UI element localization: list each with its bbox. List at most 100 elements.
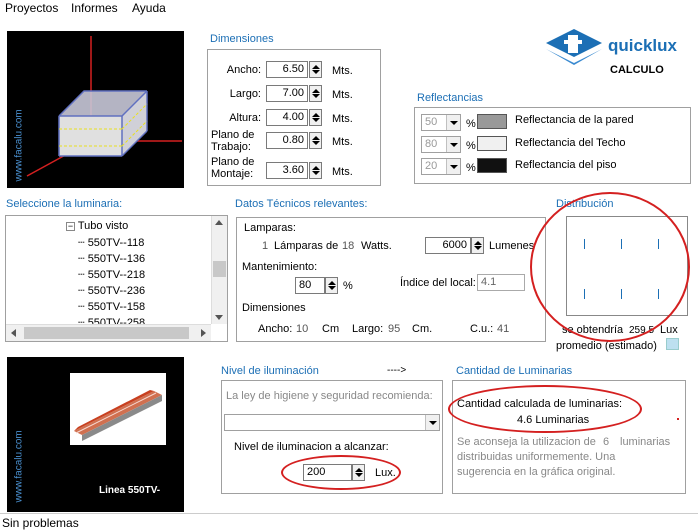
ancho-input[interactable]: 6.50 [266, 61, 308, 78]
refresh-icon[interactable] [666, 338, 679, 350]
lumens-spinner[interactable] [471, 237, 484, 254]
montaje-label: Plano de Montaje: [211, 156, 261, 180]
floor-reflectance-label: Reflectancia del piso [515, 159, 617, 171]
altura-input[interactable]: 4.00 [266, 109, 308, 126]
ancho-lum-label: Ancho: [258, 323, 293, 335]
chevron-down-icon [446, 115, 460, 130]
ancho-spinner[interactable] [309, 61, 322, 78]
watermark-top: www.facalu.com [13, 109, 25, 182]
altura-unit: Mts. [332, 113, 353, 125]
montaje-spinner[interactable] [309, 162, 322, 179]
status-text: Sin problemas [2, 516, 79, 530]
tech-data-title: Datos Técnicos relevantes: [235, 198, 368, 210]
menu-ayuda[interactable]: Ayuda [132, 1, 166, 15]
index-label: Índice del local: [400, 277, 476, 289]
ceiling-color-swatch [477, 136, 507, 151]
largo-lum-value: 95 [388, 323, 401, 335]
dims-label: Dimensiones [242, 302, 306, 314]
scroll-up-icon[interactable] [215, 220, 223, 225]
lamp-text: Lámparas de [274, 240, 339, 252]
wall-reflectance-value: 50 [425, 116, 438, 128]
red-dot [677, 418, 679, 420]
menu-informes[interactable]: Informes [71, 1, 118, 15]
reflectances-title: Reflectancias [417, 92, 484, 104]
highlight-ellipse-level [281, 455, 401, 490]
trabajo-label-line2: Trabajo: [211, 141, 251, 153]
lamp-watts: 18 [342, 240, 355, 252]
largo-lum-label: Largo: [352, 323, 384, 335]
watermark-bottom: www.facalu.com [13, 430, 25, 503]
tree-item[interactable]: ┄ 550TV--218 [78, 268, 145, 281]
ceiling-reflectance-select[interactable]: 80 [421, 136, 461, 153]
level-label: Nivel de iluminacion a alcanzar: [234, 441, 389, 453]
luminaire-select-title: Seleccione la luminaria: [6, 198, 123, 210]
scroll-thumb[interactable] [213, 261, 226, 277]
trabajo-label-line1: Plano de [211, 129, 255, 141]
cu-label: C.u.: [470, 323, 494, 335]
altura-spinner[interactable] [309, 109, 322, 126]
ceiling-reflectance-label: Reflectancia del Techo [515, 137, 626, 149]
trabajo-label: Plano de Trabajo: [211, 129, 261, 153]
tree-vertical-scrollbar[interactable] [211, 216, 227, 324]
montaje-label-line2: Montaje: [211, 168, 254, 180]
lumens-input[interactable]: 6000 [425, 237, 471, 254]
largo-label: Largo: [229, 88, 261, 100]
largo-lum-unit: Cm. [412, 323, 433, 335]
floor-reflectance-select[interactable]: 20 [421, 158, 461, 175]
ancho-lum-value: 10 [296, 323, 309, 335]
arrow-text: ----> [387, 365, 407, 376]
largo-input[interactable]: 7.00 [266, 85, 308, 102]
highlight-ellipse-distribution [530, 192, 690, 342]
menu-proyectos[interactable]: Proyectos [5, 1, 58, 15]
ceiling-reflectance-value: 80 [425, 138, 438, 150]
ancho-unit: Mts. [332, 65, 353, 77]
status-bar: Sin problemas [0, 513, 698, 531]
tree-item[interactable]: ┄ 550TV--236 [78, 284, 145, 297]
tree-item[interactable]: ┄ 550TV--136 [78, 252, 145, 265]
tree-item-label: 550TV--218 [87, 269, 146, 281]
largo-spinner[interactable] [309, 85, 322, 102]
chevron-down-icon [446, 159, 460, 174]
montaje-unit: Mts. [332, 166, 353, 178]
tree-group-tubo-visto[interactable]: − Tubo visto [66, 220, 128, 232]
lumens-label: Lumenes [489, 240, 535, 252]
logo-subtitle: CALCULO [610, 64, 664, 76]
advice-line1: Se aconseja la utilizacion de [457, 436, 596, 448]
scroll-right-icon[interactable] [201, 329, 206, 337]
maint-spinner[interactable] [325, 277, 338, 294]
luminaire-drawing [74, 390, 162, 441]
law-select[interactable] [224, 414, 440, 431]
wall-reflectance-select[interactable]: 50 [421, 114, 461, 131]
tree-item[interactable]: ┄ 550TV--118 [78, 236, 144, 249]
advice-luminarias: luminarias [620, 436, 671, 448]
luminaire-tree[interactable]: − Tubo visto ┄ 550TV--118 ┄ 550TV--136 ┄… [5, 215, 228, 342]
highlight-ellipse-quantity [448, 385, 642, 433]
montaje-input[interactable]: 3.60 [266, 162, 308, 179]
scroll-left-icon[interactable] [11, 329, 16, 337]
illumination-title: Nivel de iluminación [221, 365, 319, 377]
wall-reflectance-label: Reflectancia de la pared [515, 114, 634, 126]
trabajo-spinner[interactable] [309, 132, 322, 149]
tree-horizontal-scrollbar[interactable] [6, 324, 211, 341]
room-3d-drawing [26, 36, 182, 177]
room-3d-preview: www.facalu.com [7, 31, 184, 188]
tree-group-label: Tubo visto [77, 220, 129, 232]
altura-label: Altura: [229, 112, 261, 124]
advice-line4: sugerencia en la gráfica original. [457, 466, 616, 478]
tree-item-label: 550TV--118 [87, 237, 145, 249]
collapse-icon[interactable]: − [66, 222, 75, 231]
wall-color-swatch [477, 114, 507, 129]
tree-item[interactable]: ┄ 550TV--158 [78, 300, 145, 313]
advice-count: 6 [603, 436, 610, 448]
maint-input[interactable]: 80 [295, 277, 325, 294]
tree-item-label: 550TV--236 [87, 285, 146, 297]
ceiling-pct: % [466, 140, 476, 152]
trabajo-input[interactable]: 0.80 [266, 132, 308, 149]
wall-pct: % [466, 118, 476, 130]
dimensions-title: Dimensiones [210, 33, 274, 45]
luminaire-preview: Linea 550TV- www.facalu.com [7, 357, 184, 512]
largo-unit: Mts. [332, 89, 353, 101]
scroll-down-icon[interactable] [215, 315, 223, 320]
scroll-thumb-h[interactable] [24, 327, 189, 339]
chevron-down-icon [446, 137, 460, 152]
